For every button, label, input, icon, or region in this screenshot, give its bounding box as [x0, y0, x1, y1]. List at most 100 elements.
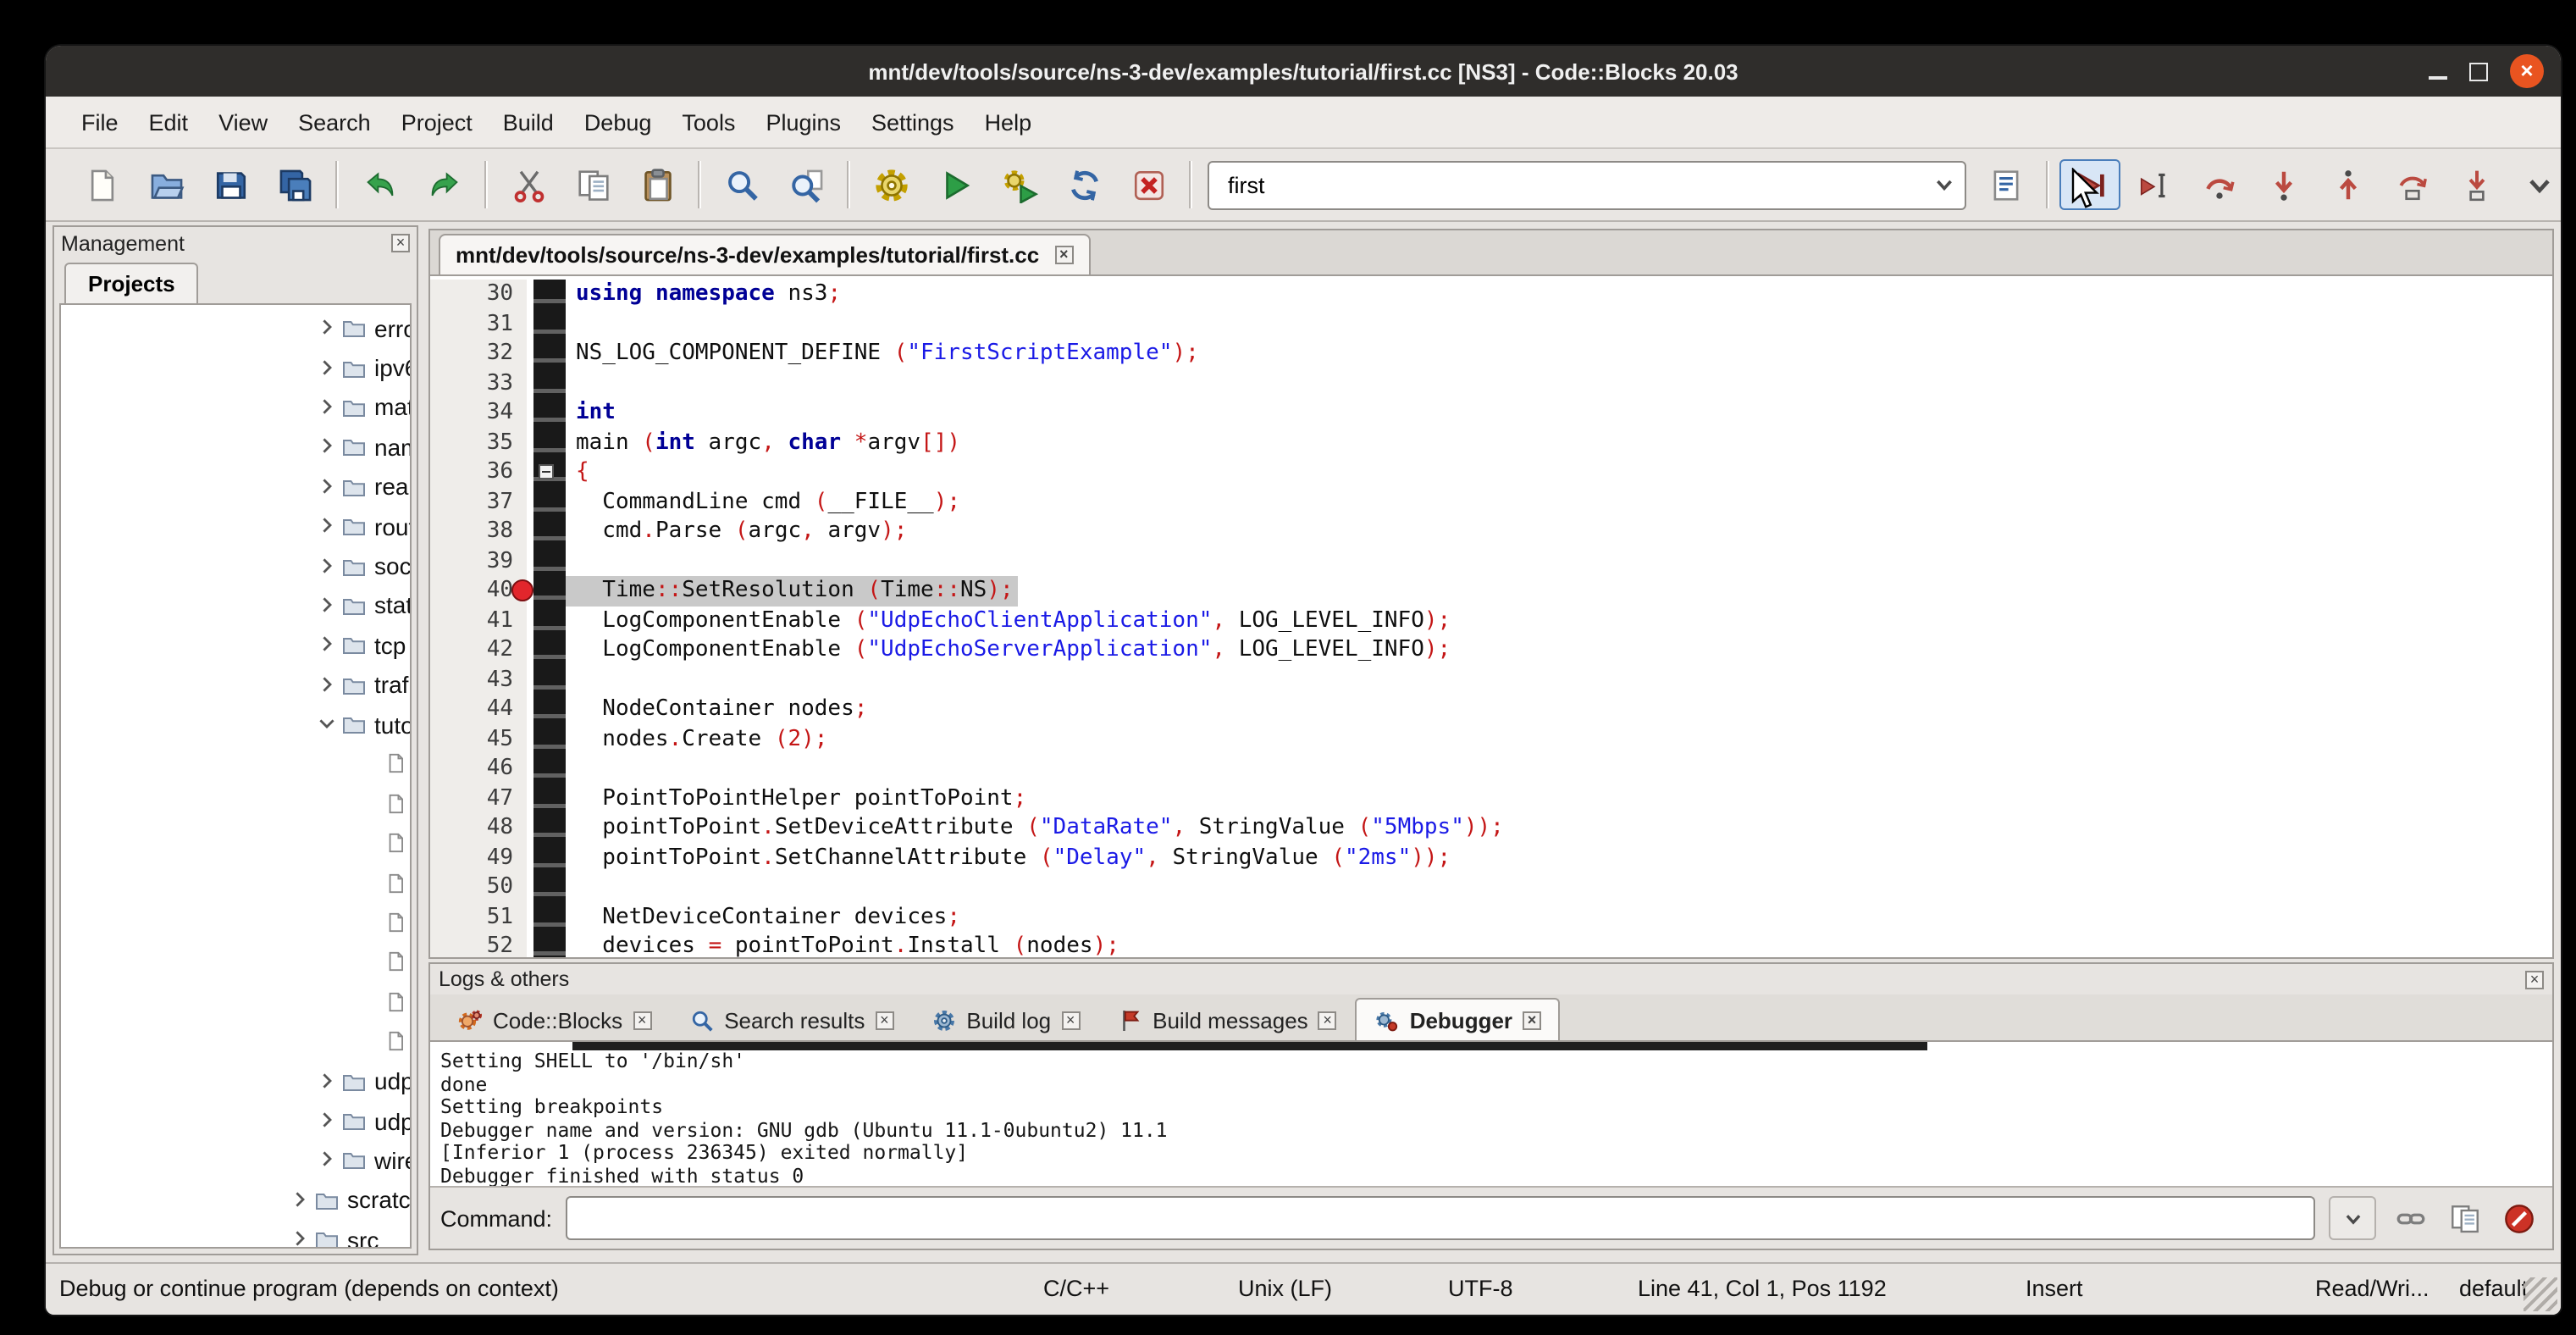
- code-line[interactable]: 47 PointToPointHelper pointToPoint;: [430, 784, 2552, 813]
- code-text[interactable]: [566, 546, 576, 576]
- code-line[interactable]: 33: [430, 368, 2552, 398]
- tree-item-real[interactable]: real: [61, 467, 410, 507]
- tab-search-results[interactable]: Search results×: [670, 998, 912, 1040]
- line-number[interactable]: 46: [430, 754, 527, 784]
- code-text[interactable]: int: [566, 398, 616, 428]
- maximize-button[interactable]: [2469, 62, 2488, 80]
- line-number[interactable]: 35: [430, 428, 527, 457]
- code-text[interactable]: NetDeviceContainer devices;: [566, 902, 960, 932]
- code-text[interactable]: pointToPoint.SetDeviceAttribute ("DataRa…: [566, 813, 1504, 843]
- tab-build-log[interactable]: Build log×: [912, 998, 1098, 1040]
- tree-item-wire[interactable]: wire: [61, 1140, 410, 1180]
- next-line-button[interactable]: [2188, 159, 2249, 210]
- code-line[interactable]: 31: [430, 309, 2552, 339]
- debugger-output[interactable]: Setting SHELL to '/bin/sh'doneSetting br…: [430, 1042, 2552, 1188]
- code-line[interactable]: 39: [430, 546, 2552, 576]
- chevron-right-icon[interactable]: [317, 673, 342, 695]
- tab-debugger[interactable]: Debugger×: [1356, 998, 1560, 1040]
- step-into-button[interactable]: [2253, 159, 2313, 210]
- code-line[interactable]: 38 cmd.Parse (argc, argv);: [430, 517, 2552, 546]
- rebuild-button[interactable]: [1053, 159, 1114, 210]
- tree-item-ipv6[interactable]: ipv6: [61, 348, 410, 388]
- tree-item-fo[interactable]: fo: [61, 823, 410, 863]
- line-number[interactable]: 30: [430, 280, 527, 309]
- line-number[interactable]: 44: [430, 695, 527, 724]
- code-text[interactable]: pointToPoint.SetChannelAttribute ("Delay…: [566, 843, 1451, 872]
- line-number[interactable]: 49: [430, 843, 527, 872]
- code-text[interactable]: LogComponentEnable ("UdpEchoServerApplic…: [566, 635, 1451, 665]
- code-line[interactable]: 42 LogComponentEnable ("UdpEchoServerApp…: [430, 635, 2552, 665]
- code-text[interactable]: devices = pointToPoint.Install (nodes);: [566, 932, 1119, 959]
- menu-plugins[interactable]: Plugins: [750, 101, 856, 143]
- tree-item-rout[interactable]: rout: [61, 507, 410, 546]
- line-number[interactable]: 38: [430, 517, 527, 546]
- code-line[interactable]: 51 NetDeviceContainer devices;: [430, 902, 2552, 932]
- code-line[interactable]: 48 pointToPoint.SetDeviceAttribute ("Dat…: [430, 813, 2552, 843]
- line-number[interactable]: 43: [430, 665, 527, 695]
- paste-button[interactable]: [627, 159, 688, 210]
- tab-projects[interactable]: Projects: [64, 263, 199, 303]
- chevron-down-icon[interactable]: [1931, 171, 1958, 198]
- management-close-button[interactable]: ×: [391, 234, 410, 252]
- tree-item-fif[interactable]: fif: [61, 745, 410, 784]
- tree-item-th[interactable]: th: [61, 1022, 410, 1061]
- code-editor[interactable]: 30using namespace ns3;3132NS_LOG_COMPONE…: [428, 274, 2554, 959]
- line-number[interactable]: 34: [430, 398, 527, 428]
- tree-item-six[interactable]: six: [61, 982, 410, 1022]
- tab-build-messages[interactable]: Build messages×: [1098, 998, 1356, 1040]
- code-line[interactable]: 43: [430, 665, 2552, 695]
- tree-item-udp[interactable]: udp-: [61, 1101, 410, 1141]
- find-in-files-button[interactable]: [776, 159, 837, 210]
- save-all-button[interactable]: [264, 159, 325, 210]
- tab-close-button[interactable]: ×: [633, 1011, 651, 1029]
- stop-debugger-icon[interactable]: [2498, 1198, 2539, 1238]
- chevron-down-icon[interactable]: [317, 713, 342, 735]
- tab-close-button[interactable]: ×: [875, 1011, 893, 1029]
- line-number[interactable]: 51: [430, 902, 527, 932]
- code-text[interactable]: cmd.Parse (argc, argv);: [566, 517, 907, 546]
- code-text[interactable]: using namespace ns3;: [566, 280, 841, 309]
- code-text[interactable]: [566, 368, 576, 398]
- tree-item-tcp[interactable]: tcp: [61, 625, 410, 665]
- code-line[interactable]: 35main (int argc, char *argv[]): [430, 428, 2552, 457]
- build-target-button[interactable]: [1975, 159, 2036, 210]
- run-to-cursor-button[interactable]: [2124, 159, 2185, 210]
- editor-tab-close-button[interactable]: ×: [1054, 246, 1073, 264]
- next-instruction-button[interactable]: [2381, 159, 2442, 210]
- build-button[interactable]: [860, 159, 921, 210]
- undo-button[interactable]: [349, 159, 410, 210]
- line-number[interactable]: 37: [430, 487, 527, 517]
- line-number[interactable]: 42: [430, 635, 527, 665]
- code-line[interactable]: 30 using namespace ns3;: [430, 280, 2552, 309]
- line-number[interactable]: 39: [430, 546, 527, 576]
- line-number[interactable]: 47: [430, 784, 527, 813]
- copy-button[interactable]: [562, 159, 623, 210]
- tree-item-se[interactable]: se: [61, 943, 410, 983]
- line-number[interactable]: 41: [430, 606, 527, 635]
- tree-item-tuto[interactable]: tuto: [61, 705, 410, 745]
- menu-view[interactable]: View: [203, 101, 283, 143]
- close-button[interactable]: ×: [2510, 54, 2544, 88]
- fold-marker[interactable]: [539, 464, 554, 479]
- new-file-button[interactable]: [71, 159, 132, 210]
- toolbar-overflow-button[interactable]: [2508, 159, 2569, 210]
- tree-item-stat[interactable]: stat: [61, 585, 410, 625]
- code-line[interactable]: 34 int: [430, 398, 2552, 428]
- chevron-right-icon[interactable]: [317, 357, 342, 379]
- menu-tools[interactable]: Tools: [666, 101, 750, 143]
- code-text[interactable]: LogComponentEnable ("UdpEchoClientApplic…: [566, 606, 1451, 635]
- tab-close-button[interactable]: ×: [1523, 1011, 1541, 1029]
- menu-search[interactable]: Search: [283, 101, 386, 143]
- minimize-button[interactable]: [2429, 62, 2447, 80]
- tree-item-nam[interactable]: nam: [61, 427, 410, 467]
- code-text[interactable]: CommandLine cmd (__FILE__);: [566, 487, 960, 517]
- command-input[interactable]: [566, 1196, 2315, 1240]
- menu-file[interactable]: File: [66, 101, 134, 143]
- chevron-right-icon[interactable]: [290, 1189, 315, 1211]
- code-line[interactable]: 40 Time::SetResolution (Time::NS);: [430, 576, 2552, 606]
- chevron-right-icon[interactable]: [317, 555, 342, 577]
- chevron-right-icon[interactable]: [317, 1070, 342, 1092]
- redo-button[interactable]: [413, 159, 474, 210]
- chevron-right-icon[interactable]: [290, 1228, 315, 1249]
- code-line[interactable]: 45 nodes.Create (2);: [430, 724, 2552, 754]
